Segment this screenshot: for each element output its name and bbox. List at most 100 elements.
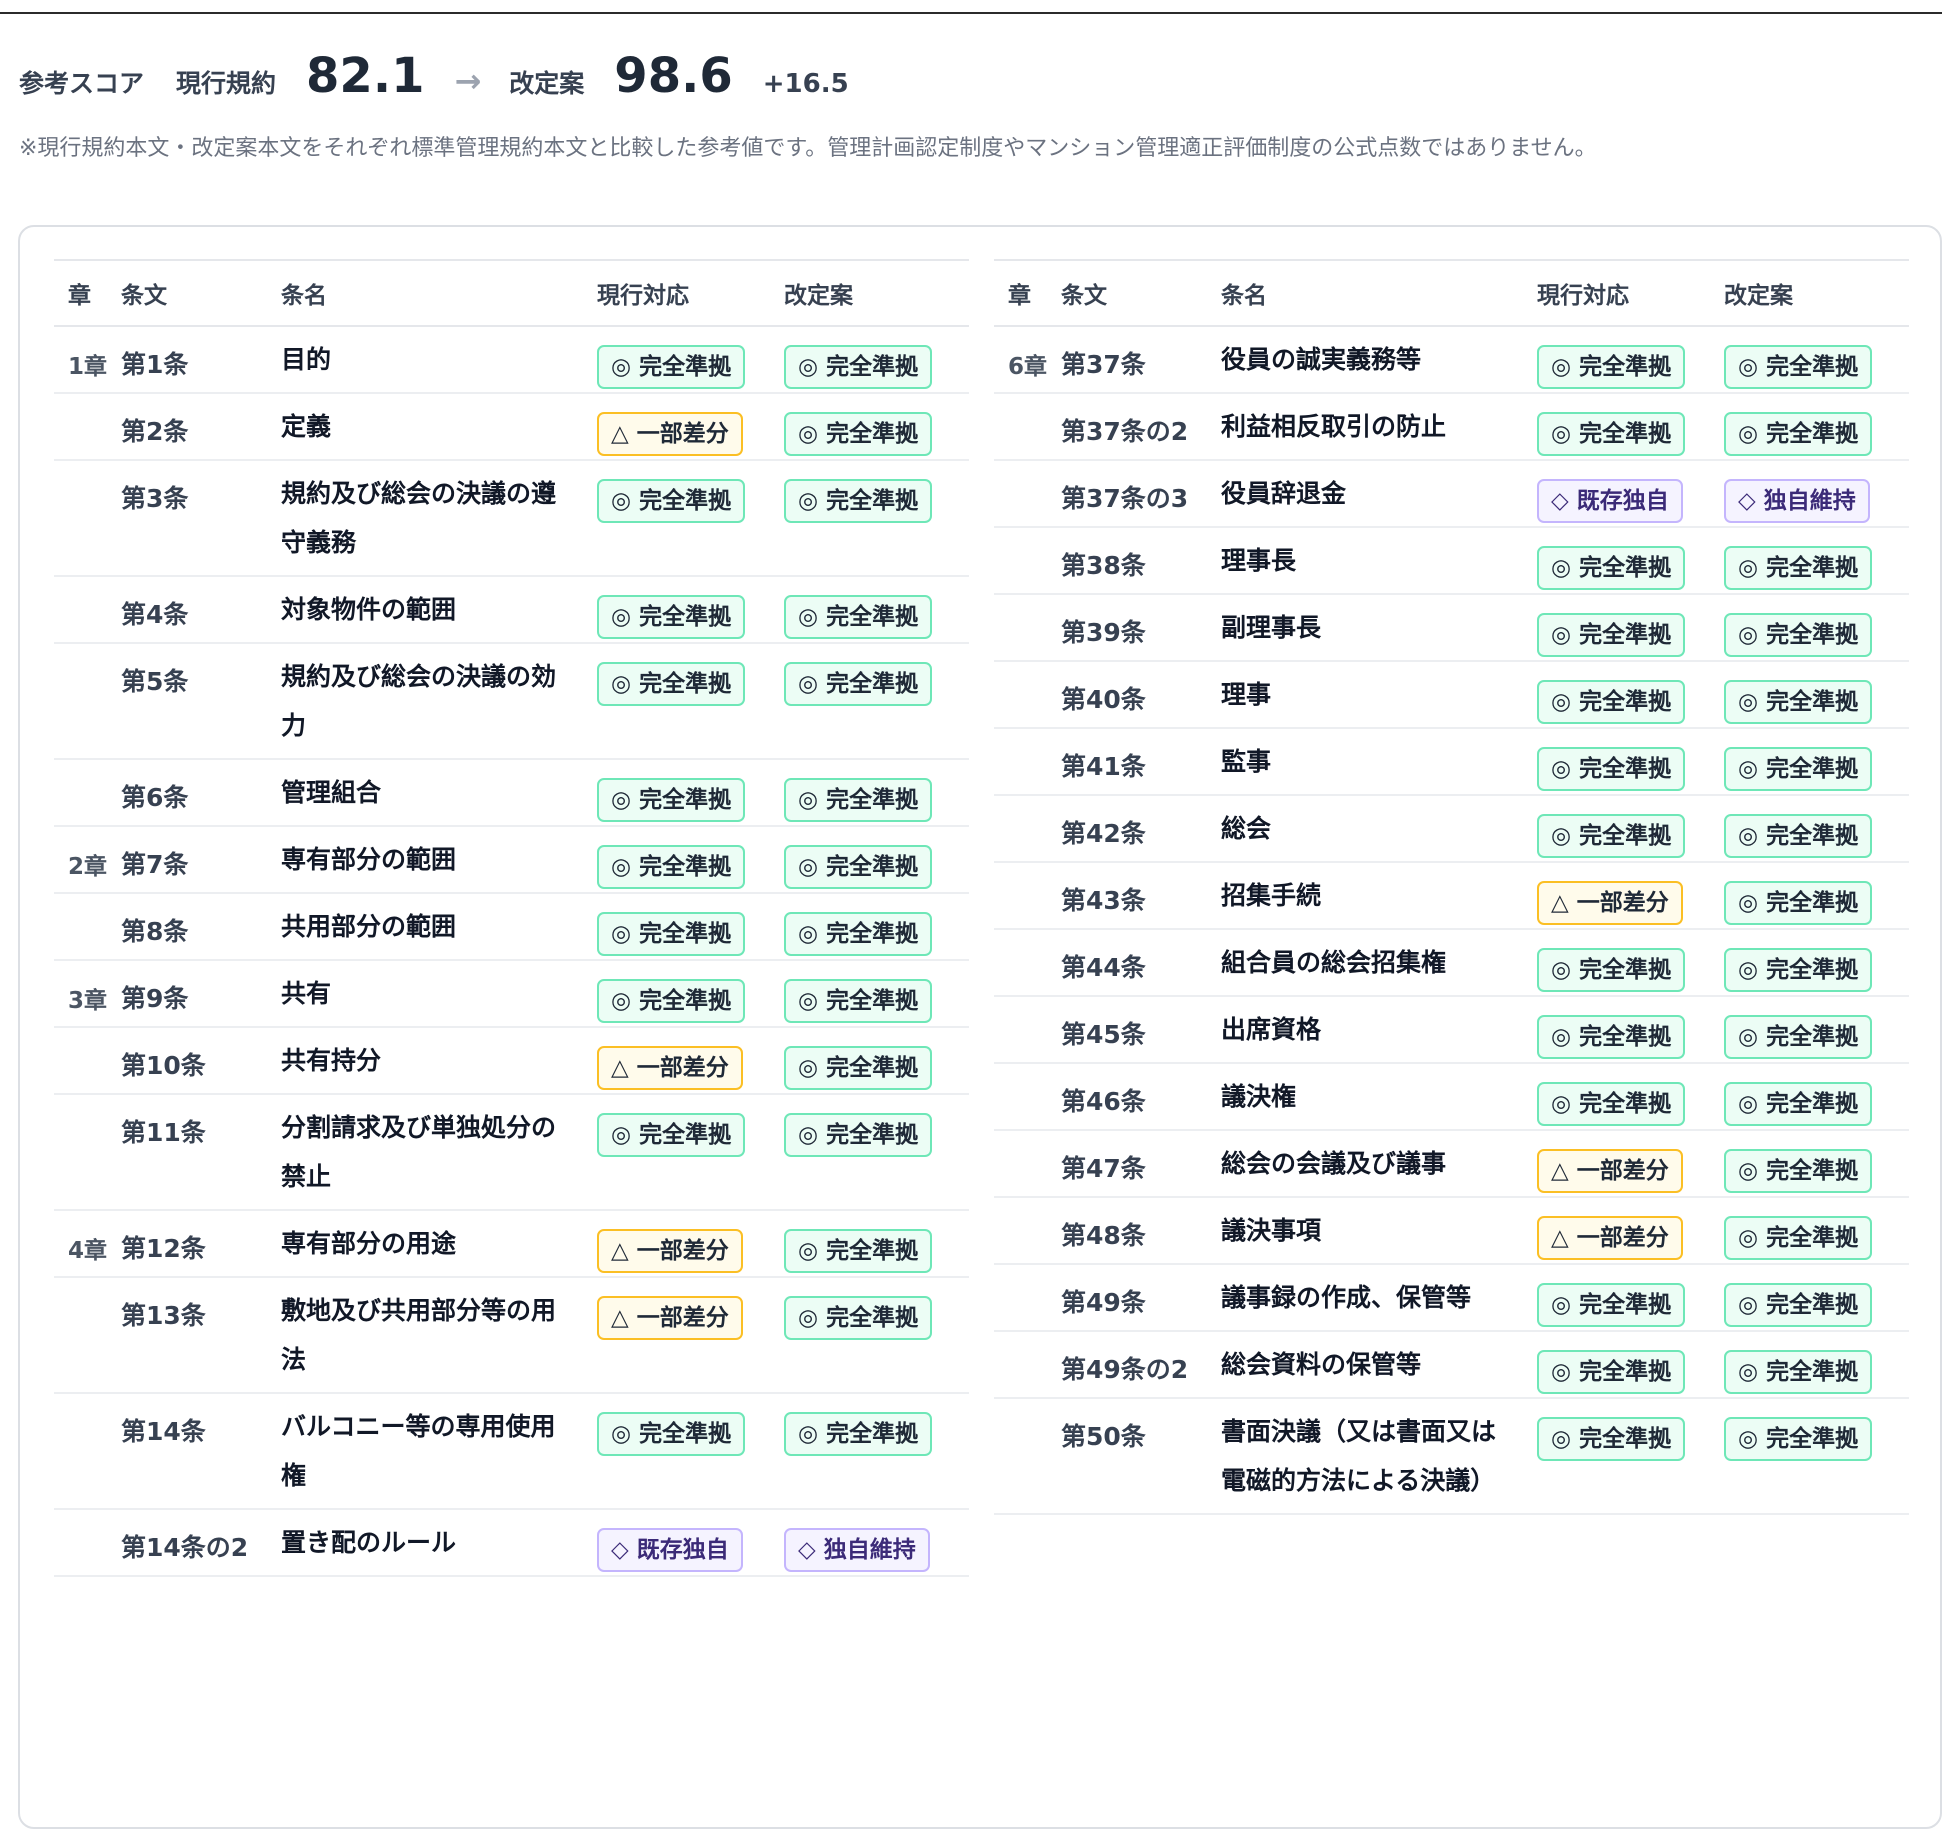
table-row: 第40条 理事 ◎ 完全準拠 ◎ 完全準拠 (994, 662, 1909, 729)
chapter-cell (54, 760, 121, 825)
current-status-badge: ◎ 完全準拠 (1537, 1015, 1686, 1059)
article-number: 第50条 (1061, 1422, 1146, 1451)
table-row: 第46条 議決権 ◎ 完全準拠 ◎ 完全準拠 (994, 1064, 1909, 1131)
article-number: 第46条 (1061, 1087, 1146, 1116)
article-name: 利益相反取引の防止 (1221, 412, 1447, 441)
table-row: 第4条 対象物件の範囲 ◎ 完全準拠 ◎ 完全準拠 (54, 577, 969, 644)
revised-score-value: 98.6 (614, 48, 733, 104)
article-name: 総会 (1221, 814, 1272, 843)
table-header: 章 条文 条名 現行対応 改定案 (54, 259, 969, 327)
chapter-cell (994, 1064, 1061, 1129)
article-name: 管理組合 (281, 778, 382, 807)
chapter-cell: 4章 (68, 1238, 108, 1264)
article-number: 第44条 (1061, 953, 1146, 982)
chapter-cell (54, 644, 121, 758)
left-table-body: 1章 第1条 目的 ◎ 完全準拠 ◎ 完全準拠 第2条 定義 △ 一部差分 ◎ 完全準拠 第3条規… (54, 327, 969, 1577)
article-number: 第40条 (1061, 685, 1146, 714)
chapter-cell (54, 894, 121, 959)
revised-status-badge: ◎ 完全準拠 (1724, 1149, 1873, 1193)
chapter-cell (994, 662, 1061, 727)
chapter-cell (994, 1198, 1061, 1263)
article-number: 第14条の2 (121, 1533, 249, 1562)
current-status-badge: ◎ 完全準拠 (597, 479, 746, 523)
article-name: 専有部分の範囲 (281, 845, 457, 874)
article-name: 議決事項 (1221, 1216, 1322, 1245)
chapter-cell: 6章 (1008, 354, 1048, 380)
current-status-badge: ◎ 完全準拠 (1537, 1283, 1686, 1327)
article-number: 第10条 (121, 1051, 206, 1080)
score-note: ※現行規約本文・改定案本文をそれぞれ標準管理規約本文と比較した参考値です。管理計… (19, 136, 1597, 161)
revised-status-badge: ◎ 完全準拠 (784, 1113, 933, 1157)
table-row: 第48条 議決事項 △ 一部差分 ◎ 完全準拠 (994, 1198, 1909, 1265)
current-status-badge: ◎ 完全準拠 (1537, 1350, 1686, 1394)
current-status-badge: ◇ 既存独自 (1537, 479, 1683, 523)
article-name: 議事録の作成、保管等 (1221, 1283, 1472, 1312)
revised-status-badge: ◇ 独自維持 (1724, 479, 1870, 523)
chapter-cell (994, 930, 1061, 995)
revised-status-badge: ◎ 完全準拠 (1724, 680, 1873, 724)
revised-status-badge: ◎ 完全準拠 (784, 1229, 933, 1273)
table-row: 第41条 監事 ◎ 完全準拠 ◎ 完全準拠 (994, 729, 1909, 796)
current-status-badge: ◎ 完全準拠 (1537, 412, 1686, 456)
article-name: 規約及び総会の決議の効力 (281, 662, 557, 740)
current-status-badge: ◎ 完全準拠 (597, 845, 746, 889)
article-name: 敷地及び共用部分等の用法 (281, 1296, 557, 1374)
current-status-badge: ◎ 完全準拠 (1537, 1082, 1686, 1126)
table-row: 第3条 規約及び総会の決議の遵守義務 ◎ 完全準拠 ◎ 完全準拠 (54, 461, 969, 577)
current-status-badge: ◎ 完全準拠 (1537, 814, 1686, 858)
comparison-panel: 章 条文 条名 現行対応 改定案 1章 第1条 目的 ◎ 完全準拠 ◎ 完全準拠 第2条定… (18, 225, 1942, 1829)
table-row: 第37条の2 利益相反取引の防止 ◎ 完全準拠 ◎ 完全準拠 (994, 394, 1909, 461)
article-name: 役員辞退金 (1221, 479, 1347, 508)
revised-status-badge: ◎ 完全準拠 (1724, 412, 1873, 456)
current-status-badge: △ 一部差分 (597, 1046, 743, 1090)
revised-status-badge: ◎ 完全準拠 (1724, 814, 1873, 858)
table-row: 第8条 共用部分の範囲 ◎ 完全準拠 ◎ 完全準拠 (54, 894, 969, 961)
table-row: 3章 第9条 共有 ◎ 完全準拠 ◎ 完全準拠 (54, 961, 969, 1028)
article-name: 理事長 (1221, 546, 1297, 575)
article-number: 第47条 (1061, 1154, 1146, 1183)
chapter-cell (54, 1394, 121, 1508)
score-summary: 参考スコア 現行規約 82.1 → 改定案 98.6 +16.5 (19, 48, 849, 108)
revised-status-badge: ◎ 完全準拠 (784, 345, 933, 389)
current-status-badge: △ 一部差分 (1537, 881, 1683, 925)
article-number: 第45条 (1061, 1020, 1146, 1049)
table-row: 第49条の2 総会資料の保管等 ◎ 完全準拠 ◎ 完全準拠 (994, 1332, 1909, 1399)
revised-status-badge: ◎ 完全準拠 (784, 479, 933, 523)
revised-status-badge: ◎ 完全準拠 (1724, 948, 1873, 992)
article-name: 総会の会議及び議事 (1221, 1149, 1447, 1178)
chapter-cell (994, 461, 1061, 526)
article-number: 第39条 (1061, 618, 1146, 647)
table-row: 2章 第7条 専有部分の範囲 ◎ 完全準拠 ◎ 完全準拠 (54, 827, 969, 894)
article-number: 第49条の2 (1061, 1355, 1189, 1384)
table-row: 第43条 招集手続 △ 一部差分 ◎ 完全準拠 (994, 863, 1909, 930)
chapter-cell (54, 1510, 121, 1575)
article-number: 第1条 (121, 350, 189, 379)
header-current: 現行対応 (597, 283, 689, 309)
article-name: 目的 (281, 345, 332, 374)
chapter-cell (994, 729, 1061, 794)
revised-status-badge: ◎ 完全準拠 (1724, 1350, 1873, 1394)
table-row: 第5条 規約及び総会の決議の効力 ◎ 完全準拠 ◎ 完全準拠 (54, 644, 969, 760)
article-name: バルコニー等の専用使用権 (281, 1412, 556, 1490)
chapter-cell: 1章 (68, 354, 108, 380)
article-number: 第38条 (1061, 551, 1146, 580)
chapter-cell (994, 863, 1061, 928)
chapter-cell (54, 577, 121, 642)
chapter-cell: 2章 (68, 854, 108, 880)
article-number: 第43条 (1061, 886, 1146, 915)
current-status-badge: ◎ 完全準拠 (1537, 345, 1686, 389)
revised-status-badge: ◎ 完全準拠 (784, 912, 933, 956)
table-header: 章 条文 条名 現行対応 改定案 (994, 259, 1909, 327)
table-row: 4章 第12条 専有部分の用途 △ 一部差分 ◎ 完全準拠 (54, 1211, 969, 1278)
revised-status-badge: ◎ 完全準拠 (784, 662, 933, 706)
table-row: 第6条 管理組合 ◎ 完全準拠 ◎ 完全準拠 (54, 760, 969, 827)
right-table: 章 条文 条名 現行対応 改定案 6章 第37条 役員の誠実義務等 ◎ 完全準拠 ◎ 完… (994, 259, 1909, 1515)
header-article: 条文 (1061, 283, 1107, 309)
chapter-cell (994, 1332, 1061, 1397)
chapter-cell (994, 796, 1061, 861)
current-status-badge: △ 一部差分 (597, 1229, 743, 1273)
article-number: 第12条 (121, 1234, 206, 1263)
table-row: 第47条 総会の会議及び議事 △ 一部差分 ◎ 完全準拠 (994, 1131, 1909, 1198)
article-name: 対象物件の範囲 (281, 595, 457, 624)
revised-status-badge: ◎ 完全準拠 (1724, 747, 1873, 791)
